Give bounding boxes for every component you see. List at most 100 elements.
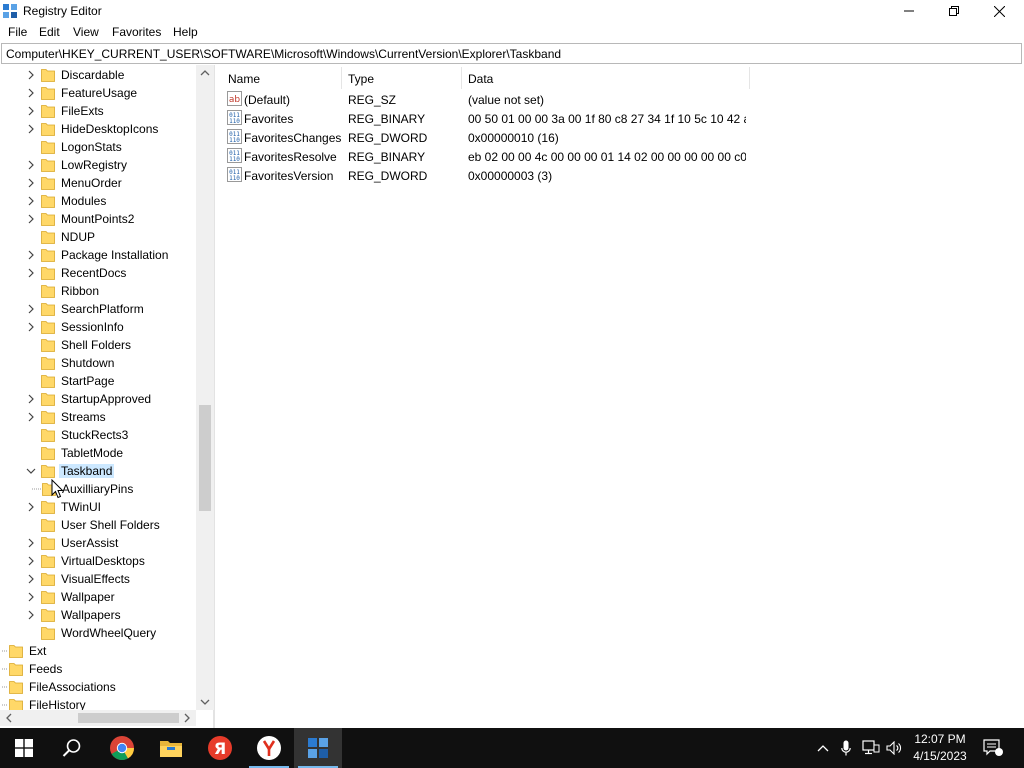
chevron-down-icon[interactable] xyxy=(26,465,36,477)
tree-item[interactable]: WordWheelQuery xyxy=(0,624,196,642)
column-header-name[interactable]: Name xyxy=(221,67,342,89)
chevron-right-icon[interactable] xyxy=(26,249,36,261)
tree-item[interactable]: Package Installation xyxy=(0,246,196,264)
start-button[interactable] xyxy=(0,728,48,768)
column-header-data[interactable]: Data xyxy=(461,67,750,89)
tree-item[interactable]: NDUP xyxy=(0,228,196,246)
tree-item[interactable]: Shutdown xyxy=(0,354,196,372)
tree-vertical-scrollbar[interactable] xyxy=(196,65,214,710)
chevron-right-icon[interactable] xyxy=(26,609,36,621)
scroll-right-icon[interactable] xyxy=(183,713,191,723)
chevron-right-icon[interactable] xyxy=(26,159,36,171)
value-row[interactable]: ab (Default) REG_SZ (value not set) xyxy=(221,90,751,109)
value-row[interactable]: 011 110 FavoritesVersion REG_DWORD 0x0000000… xyxy=(221,166,751,185)
tree-item[interactable]: FeatureUsage xyxy=(0,84,196,102)
taskbar-yandex[interactable] xyxy=(245,728,293,768)
tree-item[interactable]: StuckRects3 xyxy=(0,426,196,444)
chevron-right-icon[interactable] xyxy=(26,195,36,207)
tree-item[interactable]: Discardable xyxy=(0,66,196,84)
microphone-button[interactable] xyxy=(836,728,856,768)
chevron-right-icon[interactable] xyxy=(26,177,36,189)
value-row[interactable]: 011 110 FavoritesChanges REG_DWORD 0x0000001… xyxy=(221,128,751,147)
taskbar-file-explorer[interactable] xyxy=(147,728,195,768)
tree-item[interactable]: Modules xyxy=(0,192,196,210)
tree-horizontal-scrollbar[interactable] xyxy=(0,710,196,726)
chevron-right-icon[interactable] xyxy=(26,411,36,423)
taskbar-chrome[interactable] xyxy=(98,728,146,768)
restore-button[interactable] xyxy=(931,0,977,22)
search-button[interactable] xyxy=(48,728,96,768)
scroll-down-icon[interactable] xyxy=(200,698,210,706)
value-data-cell: 00 50 01 00 00 3a 00 1f 80 c8 27 34 1f 1… xyxy=(468,112,746,126)
tree-item[interactable]: StartPage xyxy=(0,372,196,390)
tree-horizontal-scroll-thumb[interactable] xyxy=(78,713,179,723)
tree-item[interactable]: UserAssist xyxy=(0,534,196,552)
minimize-button[interactable] xyxy=(886,0,932,22)
address-bar[interactable]: Computer\HKEY_CURRENT_USER\SOFTWARE\Micr… xyxy=(1,43,1022,64)
tree-item[interactable]: StartupApproved xyxy=(0,390,196,408)
chevron-right-icon[interactable] xyxy=(26,501,36,513)
tree-item[interactable]: VisualEffects xyxy=(0,570,196,588)
tree-item[interactable]: Streams xyxy=(0,408,196,426)
column-header-type[interactable]: Type xyxy=(341,67,462,89)
value-row[interactable]: 011 110 Favorites REG_BINARY 00 50 01 00 00 … xyxy=(221,109,751,128)
value-row[interactable]: 011 110 FavoritesResolve REG_BINARY eb 02 00… xyxy=(221,147,751,166)
values-list[interactable]: Name Type Data ab (Default) REG_SZ (value n… xyxy=(221,65,1023,728)
chevron-right-icon[interactable] xyxy=(26,537,36,549)
chevron-right-icon[interactable] xyxy=(26,303,36,315)
chevron-right-icon[interactable] xyxy=(26,573,36,585)
tree-item[interactable]: SessionInfo xyxy=(0,318,196,336)
scroll-up-icon[interactable] xyxy=(200,69,210,77)
tree-item[interactable]: TabletMode xyxy=(0,444,196,462)
tree-item[interactable]: Wallpaper xyxy=(0,588,196,606)
tree-item[interactable]: LogonStats xyxy=(0,138,196,156)
chevron-right-icon[interactable] xyxy=(26,393,36,405)
menu-help[interactable]: Help xyxy=(173,25,198,39)
chevron-right-icon[interactable] xyxy=(26,87,36,99)
tree-item[interactable]: Ext xyxy=(0,642,196,660)
chevron-right-icon[interactable] xyxy=(26,105,36,117)
tree-item[interactable]: Taskband xyxy=(0,462,196,480)
taskbar-yandex-browser[interactable]: Я xyxy=(196,728,244,768)
chevron-right-icon[interactable] xyxy=(26,213,36,225)
tree-item[interactable]: Shell Folders xyxy=(0,336,196,354)
close-button[interactable] xyxy=(976,0,1022,22)
binary-value-icon: 011110 xyxy=(227,167,242,182)
tree-item[interactable]: Feeds xyxy=(0,660,196,678)
tree-item[interactable]: FileExts xyxy=(0,102,196,120)
tree-item[interactable]: AuxilliaryPins xyxy=(0,480,196,498)
menu-view[interactable]: View xyxy=(73,25,99,39)
tree-item[interactable]: HideDesktopIcons xyxy=(0,120,196,138)
menu-edit[interactable]: Edit xyxy=(39,25,60,39)
tree-vertical-scroll-thumb[interactable] xyxy=(199,405,211,511)
pane-splitter[interactable] xyxy=(214,65,220,728)
taskbar-clock[interactable]: 12:07 PM 4/15/2023 xyxy=(900,731,980,765)
tree-item[interactable]: TWinUI xyxy=(0,498,196,516)
chevron-right-icon[interactable] xyxy=(26,591,36,603)
taskbar-registry-editor[interactable] xyxy=(294,728,342,768)
registry-key-tree[interactable]: Discardable FeatureUsage FileExts HideDeskt… xyxy=(0,65,214,728)
tree-item[interactable]: VirtualDesktops xyxy=(0,552,196,570)
tree-item[interactable]: MountPoints2 xyxy=(0,210,196,228)
folder-icon xyxy=(41,285,55,298)
chevron-right-icon[interactable] xyxy=(26,267,36,279)
tree-item[interactable]: MenuOrder xyxy=(0,174,196,192)
title-bar[interactable]: Registry Editor xyxy=(0,0,1024,22)
chevron-right-icon[interactable] xyxy=(26,123,36,135)
tree-item[interactable]: Ribbon xyxy=(0,282,196,300)
menu-file[interactable]: File xyxy=(8,25,27,39)
chevron-right-icon[interactable] xyxy=(26,555,36,567)
tree-item[interactable]: Wallpapers xyxy=(0,606,196,624)
menu-favorites[interactable]: Favorites xyxy=(112,25,161,39)
tree-item[interactable]: FileAssociations xyxy=(0,678,196,696)
tree-item[interactable]: LowRegistry xyxy=(0,156,196,174)
chevron-right-icon[interactable] xyxy=(26,321,36,333)
show-hidden-icons-button[interactable] xyxy=(812,728,834,768)
chevron-right-icon[interactable] xyxy=(26,69,36,81)
tree-item[interactable]: SearchPlatform xyxy=(0,300,196,318)
scroll-left-icon[interactable] xyxy=(5,713,13,723)
network-button[interactable] xyxy=(860,728,882,768)
tree-item[interactable]: RecentDocs xyxy=(0,264,196,282)
tree-item[interactable]: User Shell Folders xyxy=(0,516,196,534)
action-center-button[interactable] xyxy=(982,728,1004,768)
